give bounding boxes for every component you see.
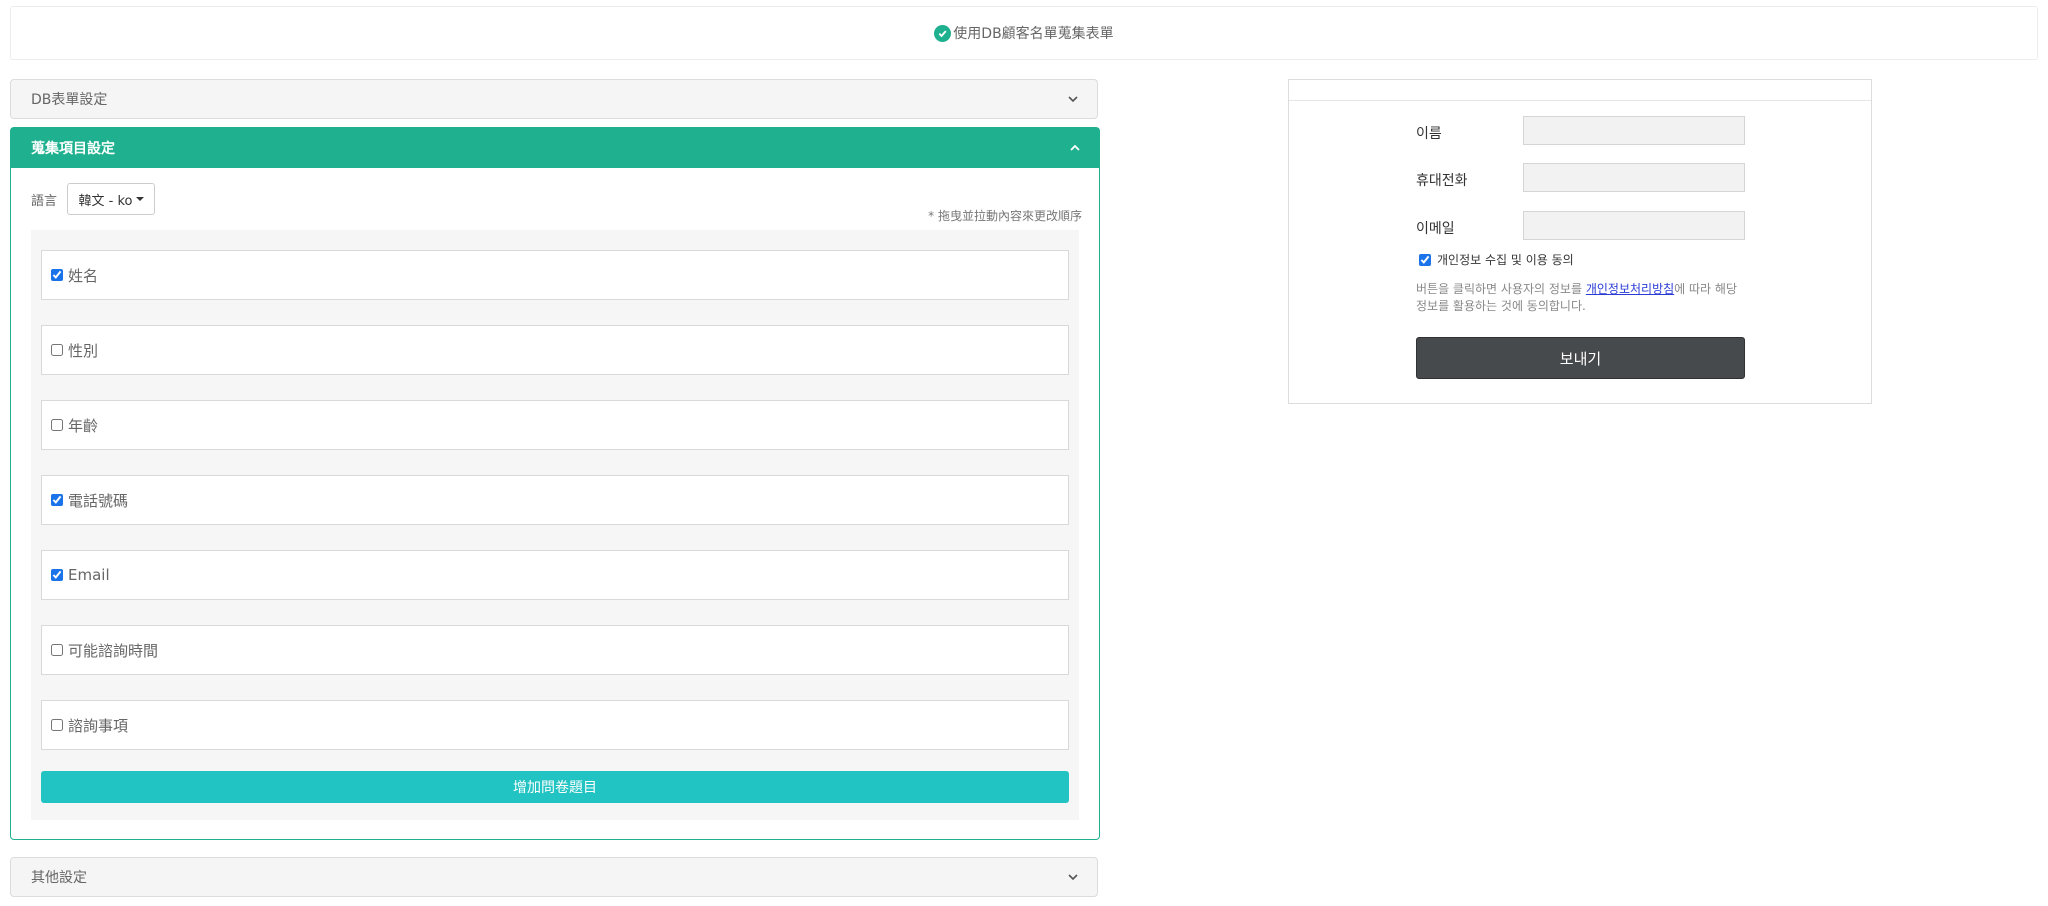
form-status-banner: 使用DB顧客名單蒐集表單 [10,6,2038,60]
panel-title: 蒐集項目設定 [31,141,115,157]
chevron-down-icon [1068,96,1078,103]
chevron-up-icon [1070,144,1080,151]
list-item[interactable]: 可能諮詢時間 [41,625,1069,675]
item-checkbox[interactable] [51,269,63,281]
check-circle-icon [934,24,952,42]
privacy-consent: 개인정보 수집 및 이용 동의 [1419,251,1574,268]
panel-title: DB表單設定 [31,92,108,108]
item-checkbox[interactable] [51,419,63,431]
item-checkbox[interactable] [51,644,63,656]
list-item[interactable]: Email [41,550,1069,600]
chevron-down-icon [1068,874,1078,881]
db-form-settings-header[interactable]: DB表單設定 [10,79,1098,119]
item-label: 姓名 [68,266,99,285]
privacy-policy-link[interactable]: 개인정보처리방침 [1586,282,1674,296]
phone-field[interactable] [1523,163,1745,192]
collect-items-panel: 蒐集項目設定 語言 韓文 - ko * 拖曳並拉動內容來更改順序 姓名 性別 年… [10,127,1100,840]
list-item[interactable]: 諮詢事項 [41,700,1069,750]
other-settings-header[interactable]: 其他設定 [10,857,1098,897]
name-label: 이름 [1416,126,1442,142]
send-button[interactable]: 보내기 [1416,337,1745,379]
item-checkbox[interactable] [51,494,63,506]
email-field[interactable] [1523,211,1745,240]
form-preview: 이름 휴대전화 이메일 개인정보 수집 및 이용 동의 버튼을 클릭하면 사용자… [1288,79,1872,404]
banner-text: 使用DB顧客名單蒐集表單 [953,26,1114,42]
item-checkbox[interactable] [51,719,63,731]
panel-title: 其他設定 [31,870,87,886]
item-label: 諮詢事項 [68,716,129,735]
item-label: 性別 [68,341,99,360]
language-row: 語言 韓文 - ko [31,183,156,215]
email-label: 이메일 [1416,221,1455,237]
language-value: 韓文 - ko [78,193,133,209]
list-item[interactable]: 性別 [41,325,1069,375]
item-checkbox[interactable] [51,344,63,356]
item-label: 電話號碼 [68,491,129,510]
item-label: Email [68,566,110,584]
caret-down-icon [135,197,144,201]
collect-item-list: 姓名 性別 年齡 電話號碼 Email 可能諮詢時間 諮詢事項 增加問卷題目 [31,230,1079,820]
list-item[interactable]: 姓名 [41,250,1069,300]
language-label: 語言 [31,193,58,209]
item-checkbox[interactable] [51,569,63,581]
list-item[interactable]: 電話號碼 [41,475,1069,525]
privacy-consent-label: 개인정보 수집 및 이용 동의 [1437,253,1574,267]
reorder-hint: * 拖曳並拉動內容來更改順序 [928,209,1082,223]
phone-label: 휴대전화 [1416,173,1468,189]
privacy-consent-checkbox[interactable] [1419,253,1431,266]
note-text: 버튼을 클릭하면 사용자의 정보를 [1416,282,1586,296]
add-question-button[interactable]: 增加問卷題目 [41,771,1069,803]
name-field[interactable] [1523,116,1745,145]
privacy-note: 버튼을 클릭하면 사용자의 정보를 개인정보처리방침에 따라 해당 정보를 활용… [1416,281,1751,315]
item-label: 年齡 [68,416,99,435]
language-dropdown[interactable]: 韓文 - ko [67,183,156,215]
item-label: 可能諮詢時間 [68,641,159,660]
collect-items-header[interactable]: 蒐集項目設定 [11,128,1099,168]
preview-divider [1289,100,1871,101]
list-item[interactable]: 年齡 [41,400,1069,450]
